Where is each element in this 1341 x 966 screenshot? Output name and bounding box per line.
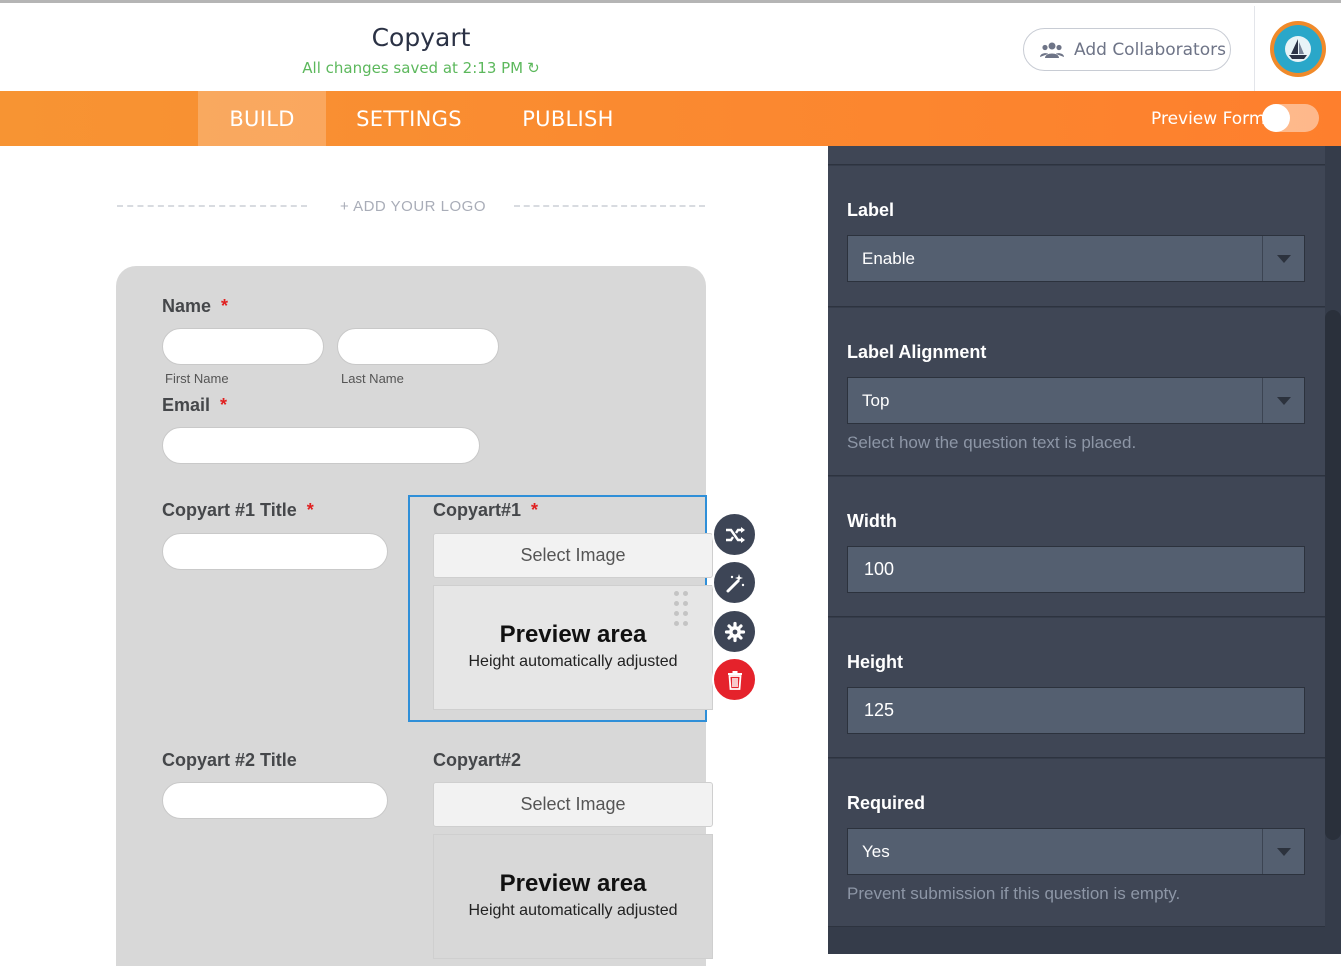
panel-scrollbar-thumb[interactable] (1325, 310, 1341, 840)
gear-icon (724, 621, 745, 642)
logo-divider-right (514, 205, 705, 207)
height-input[interactable]: 125 (847, 687, 1305, 734)
shuffle-icon (725, 526, 745, 543)
required-asterisk: * (306, 500, 314, 520)
label-alignment-help: Select how the question text is placed. (847, 433, 1137, 452)
required-title: Required (847, 793, 926, 813)
last-name-sublabel: Last Name (341, 371, 404, 386)
chevron-down-icon[interactable] (1262, 829, 1304, 874)
preview-area-1: Preview area Height automatically adjust… (433, 585, 713, 710)
users-icon (1040, 42, 1064, 58)
add-logo-button[interactable]: + ADD YOUR LOGO (340, 198, 486, 215)
email-input[interactable] (162, 427, 480, 464)
preview-area-title: Preview area (499, 870, 647, 897)
email-label: Email * (162, 395, 228, 415)
delete-button[interactable] (712, 657, 757, 702)
required-section: Required Yes Prevent submission if this … (828, 759, 1325, 927)
width-title: Width (847, 511, 897, 531)
height-title: Height (847, 652, 903, 672)
preview-form-label: Preview Form (1151, 109, 1266, 129)
width-section: Width 100 (828, 477, 1325, 617)
trash-icon (727, 670, 742, 690)
save-status-text: All changes saved at 2:13 PM (302, 59, 524, 77)
select-image-button-1[interactable]: Select Image (433, 533, 713, 578)
name-label: Name * (162, 296, 229, 316)
toggle-knob (1262, 104, 1290, 132)
required-select[interactable]: Yes (847, 828, 1305, 875)
chevron-down-icon[interactable] (1262, 236, 1304, 281)
preview-area-subtitle: Height automatically adjusted (468, 902, 678, 919)
logo-divider-left (117, 205, 307, 207)
chevron-down-icon[interactable] (1262, 378, 1304, 423)
copyart2-label: Copyart#2 (433, 750, 522, 770)
top-header: Copyart All changes saved at 2:13 PM ↻ Ad… (0, 0, 1341, 94)
shuffle-button[interactable] (712, 512, 757, 557)
label-setting-title: Label (847, 200, 895, 220)
properties-panel: Label Enable Label Alignment Top Select … (828, 146, 1341, 954)
panel-section-top (828, 146, 1325, 165)
label-alignment-section: Label Alignment Top Select how the quest… (828, 308, 1325, 476)
label-select[interactable]: Enable (847, 235, 1305, 282)
avatar-image (1274, 25, 1322, 73)
header-divider (1254, 6, 1255, 94)
required-help: Prevent submission if this question is e… (847, 884, 1181, 903)
magic-wand-button[interactable] (712, 560, 757, 605)
preview-area-title: Preview area (499, 621, 647, 648)
tab-settings[interactable]: SETTINGS (340, 91, 478, 146)
required-select-value: Yes (862, 841, 890, 861)
tab-publish[interactable]: PUBLISH (510, 91, 626, 146)
label-alignment-title: Label Alignment (847, 342, 987, 362)
first-name-sublabel: First Name (165, 371, 229, 386)
nav-bar: BUILD SETTINGS PUBLISH Preview Form (0, 91, 1341, 146)
copyart2-title-input[interactable] (162, 782, 388, 819)
required-asterisk: * (220, 395, 228, 415)
label-alignment-select[interactable]: Top (847, 377, 1305, 424)
preview-area-2: Preview area Height automatically adjust… (433, 834, 713, 959)
avatar[interactable] (1270, 21, 1326, 77)
save-status: All changes saved at 2:13 PM ↻ (0, 59, 842, 77)
preview-area-subtitle: Height automatically adjusted (468, 653, 678, 670)
label-select-value: Enable (862, 248, 915, 268)
height-section: Height 125 (828, 618, 1325, 758)
label-alignment-value: Top (862, 390, 890, 410)
refresh-icon[interactable]: ↻ (527, 59, 540, 77)
select-image-button-2[interactable]: Select Image (433, 782, 713, 827)
preview-form-toggle[interactable] (1262, 104, 1319, 132)
boat-icon (1285, 36, 1311, 62)
form-title[interactable]: Copyart (0, 23, 842, 52)
last-name-input[interactable] (337, 328, 499, 365)
required-asterisk: * (221, 296, 229, 316)
copyart1-title-label: Copyart #1 Title * (162, 500, 314, 520)
tab-build[interactable]: BUILD (198, 91, 326, 146)
copyart1-label: Copyart#1 * (433, 500, 539, 520)
copyart2-title-label: Copyart #2 Title (162, 750, 297, 770)
label-section: Label Enable (828, 166, 1325, 307)
add-collaborators-button[interactable]: Add Collaborators (1023, 28, 1231, 71)
magic-wand-icon (726, 573, 744, 592)
required-asterisk: * (531, 500, 539, 520)
add-collaborators-label: Add Collaborators (1074, 39, 1226, 60)
copyart1-title-input[interactable] (162, 533, 388, 570)
first-name-input[interactable] (162, 328, 324, 365)
settings-button[interactable] (712, 609, 757, 654)
drag-handle-icon[interactable] (674, 591, 690, 627)
width-input[interactable]: 100 (847, 546, 1305, 593)
